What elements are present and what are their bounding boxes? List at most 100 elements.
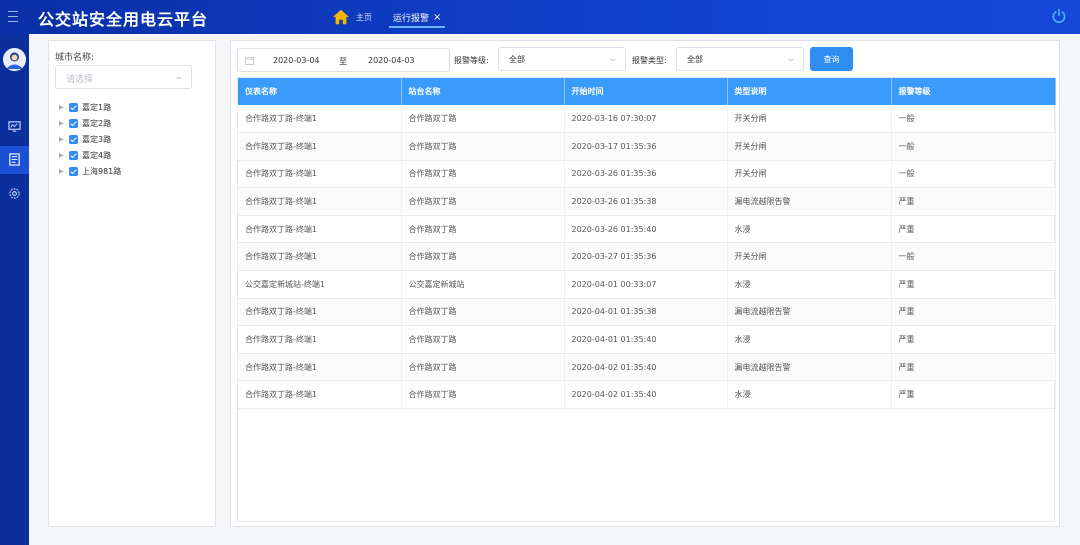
checkbox[interactable] <box>69 150 78 160</box>
chevron-down-icon: ⌄ <box>785 54 797 64</box>
cell-station-name: 合作路双丁路 <box>401 132 565 161</box>
cell-level: 一般 <box>891 105 1056 134</box>
tree-item[interactable]: ▶ 嘉定4路 <box>59 147 121 163</box>
cell-meter-name: 合作路双丁路-终端1 <box>238 160 402 189</box>
close-icon[interactable]: × <box>433 12 441 23</box>
cell-start-time: 2020-03-26 01:35:38 <box>564 187 728 216</box>
alarm-type-value: 全部 <box>687 55 703 64</box>
tab-run-alarm[interactable]: 运行报警 × <box>389 8 446 28</box>
cell-start-time: 2020-03-16 07:30:07 <box>564 105 728 134</box>
col-header-start-time[interactable]: 开始时间 <box>564 78 728 105</box>
user-icon <box>3 48 26 71</box>
checkbox[interactable] <box>69 134 78 144</box>
table-row[interactable]: 合作路双丁路-终端1 合作路双丁路 2020-03-26 01:35:38 漏电流越限… <box>238 187 1056 216</box>
power-icon[interactable] <box>1051 8 1067 24</box>
cell-start-time: 2020-04-01 01:35:38 <box>564 298 728 327</box>
col-header-level[interactable]: 报警等级 <box>891 78 1056 105</box>
settings-icon[interactable] <box>8 187 21 200</box>
table-row[interactable]: 合作路双丁路-终端1 合作路双丁路 2020-03-26 01:35:40 水浸 严重 <box>238 215 1056 244</box>
cell-level: 严重 <box>891 298 1056 327</box>
cell-station-name: 公交嘉定新城站 <box>401 270 565 299</box>
table-row[interactable]: 合作路双丁路-终端1 合作路双丁路 2020-04-02 01:35:40 漏电流越限… <box>238 353 1056 382</box>
col-header-meter[interactable]: 仪表名称 <box>238 78 402 105</box>
cell-type: 开关分闸 <box>727 160 892 189</box>
checkbox[interactable] <box>69 118 78 128</box>
calendar-icon <box>245 56 254 65</box>
tree-item-label: 上海981路 <box>82 166 122 176</box>
table-row[interactable]: 合作路双丁路-终端1 合作路双丁路 2020-04-02 01:35:40 水浸 严重 <box>238 380 1056 410</box>
table-row[interactable]: 合作路双丁路-终端1 合作路双丁路 2020-03-26 01:35:36 开关分闸一… <box>238 160 1056 189</box>
col-header-type[interactable]: 类型说明 <box>727 78 892 105</box>
alarm-table: 仪表名称 站台名称 开始时间 类型说明 报警等级 合作路双丁路-终端1 合作路双丁… <box>237 77 1056 522</box>
alarm-level-select[interactable]: 全部 ⌄ <box>498 47 626 71</box>
caret-right-icon[interactable]: ▶ <box>59 168 65 175</box>
cell-station-name: 合作路双丁路 <box>401 187 565 216</box>
alarm-level-label: 报警等级: <box>454 56 489 65</box>
date-range-picker[interactable]: 2020-03-04 至 2020-04-03 <box>237 48 450 72</box>
cell-type: 水浸 <box>727 325 892 354</box>
menu-icon[interactable] <box>8 7 22 25</box>
table-row[interactable]: 公交嘉定新城站-终端1 公交嘉定新城站 2020-04-01 00:33:07 水浸严… <box>238 270 1056 299</box>
query-button[interactable]: 查询 <box>810 47 853 71</box>
date-start[interactable]: 2020-03-04 <box>273 56 320 65</box>
city-select-placeholder: 请选择 <box>66 75 94 85</box>
date-separator: 至 <box>339 57 347 66</box>
checkbox[interactable] <box>69 102 78 112</box>
alarm-type-select[interactable]: 全部 ⌄ <box>676 47 804 71</box>
cell-station-name: 合作路双丁路 <box>401 353 565 382</box>
tree-item[interactable]: ▶ 嘉定2路 <box>59 115 121 131</box>
city-label: 城市名称: <box>55 53 95 63</box>
table-row[interactable]: 合作路双丁路-终端1 合作路双丁路 2020-03-27 01:35:36 开关分闸一… <box>238 242 1056 272</box>
col-header-station[interactable]: 站台名称 <box>401 78 565 105</box>
caret-right-icon[interactable]: ▶ <box>59 136 65 143</box>
cell-station-name: 合作路双丁路 <box>401 380 565 410</box>
tree-item[interactable]: ▶ 嘉定3路 <box>59 131 121 147</box>
document-icon[interactable] <box>8 153 21 166</box>
tree-item-label: 嘉定3路 <box>82 134 112 144</box>
table-row[interactable]: 合作路双丁路-终端1 合作路双丁路 2020-04-01 01:35:40 水浸 严重 <box>238 325 1056 354</box>
cell-start-time: 2020-03-17 01:35:36 <box>564 132 728 161</box>
cell-meter-name: 公交嘉定新城站-终端1 <box>238 270 402 299</box>
monitor-icon[interactable] <box>8 120 21 133</box>
cell-type: 开关分闸 <box>727 132 892 161</box>
side-rail <box>0 34 29 545</box>
home-tab[interactable]: 主页 <box>332 7 372 27</box>
cell-station-name: 合作路双丁路 <box>401 105 565 134</box>
cell-meter-name: 合作路双丁路-终端1 <box>238 325 402 354</box>
home-icon <box>332 9 350 25</box>
alarm-level-value: 全部 <box>509 55 525 64</box>
avatar[interactable] <box>3 48 26 71</box>
table-row[interactable]: 合作路双丁路-终端1 合作路双丁路 2020-03-16 07:30:07 开关分闸一… <box>238 105 1056 134</box>
cell-level: 一般 <box>891 160 1056 189</box>
cell-meter-name: 合作路双丁路-终端1 <box>238 298 402 327</box>
cell-start-time: 2020-03-26 01:35:36 <box>564 160 728 189</box>
top-header: 公交站安全用电云平台 主页 运行报警 × <box>0 0 1080 34</box>
caret-right-icon[interactable]: ▶ <box>59 104 65 111</box>
caret-right-icon[interactable]: ▶ <box>59 120 65 127</box>
cell-start-time: 2020-04-01 00:33:07 <box>564 270 728 299</box>
main-content: 城市名称: 请选择 ⌄ ▶ 嘉定1路 ▶ 嘉定2路 ▶ 嘉定3路 ▶ 嘉定4路 ▶ 上海981路 … <box>29 34 1080 545</box>
cell-station-name: 合作路双丁路 <box>401 298 565 327</box>
cell-level: 严重 <box>891 215 1056 244</box>
tree-item[interactable]: ▶ 嘉定1路 <box>59 99 121 115</box>
chevron-down-icon: ⌄ <box>173 72 185 82</box>
caret-right-icon[interactable]: ▶ <box>59 152 65 159</box>
home-label: 主页 <box>356 12 372 22</box>
cell-start-time: 2020-04-02 01:35:40 <box>564 380 728 410</box>
cell-station-name: 合作路双丁路 <box>401 160 565 189</box>
cell-meter-name: 合作路双丁路-终端1 <box>238 380 402 410</box>
cell-meter-name: 合作路双丁路-终端1 <box>238 105 402 134</box>
app-title: 公交站安全用电云平台 <box>38 10 209 29</box>
table-row[interactable]: 合作路双丁路-终端1 合作路双丁路 2020-03-17 01:35:36 开关分闸一… <box>238 132 1056 161</box>
cell-start-time: 2020-03-27 01:35:36 <box>564 242 728 272</box>
cell-start-time: 2020-04-01 01:35:40 <box>564 325 728 354</box>
city-select[interactable]: 请选择 ⌄ <box>55 65 192 89</box>
tree-item[interactable]: ▶ 上海981路 <box>59 163 121 179</box>
tab-run-alarm-label: 运行报警 <box>393 13 430 24</box>
cell-station-name: 合作路双丁路 <box>401 215 565 244</box>
date-end[interactable]: 2020-04-03 <box>368 56 415 65</box>
table-row[interactable]: 合作路双丁路-终端1 合作路双丁路 2020-04-01 01:35:38 漏电流越限… <box>238 298 1056 327</box>
cell-meter-name: 合作路双丁路-终端1 <box>238 132 402 161</box>
checkbox[interactable] <box>69 166 78 176</box>
alarm-panel: 2020-03-04 至 2020-04-03 报警等级: 全部 ⌄ 报警类型:… <box>230 40 1060 527</box>
